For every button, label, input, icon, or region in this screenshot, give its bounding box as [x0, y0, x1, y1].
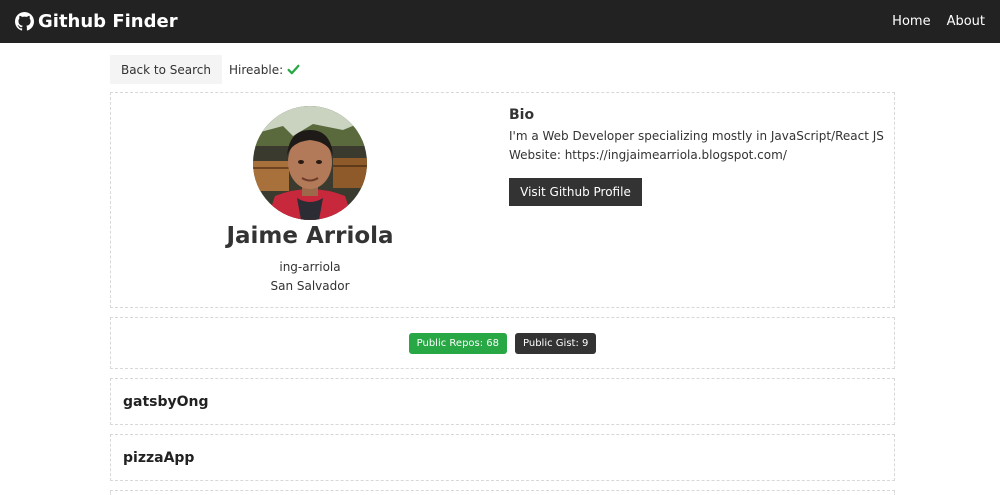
avatar: [253, 106, 367, 220]
public-gist-badge: Public Gist: 9: [515, 332, 597, 354]
toolbar: Back to Search Hireable:: [110, 55, 300, 84]
brand-label: Github Finder: [38, 11, 178, 32]
user-login: ing-arriola: [279, 260, 341, 274]
profile-card: Jaime Arriola ing-arriola San Salvador B…: [110, 92, 895, 308]
stats-card: Public Repos: 68 Public Gist: 9: [110, 317, 895, 369]
visit-github-profile-button[interactable]: Visit Github Profile: [509, 178, 642, 206]
repo-item[interactable]: gatsbyOng: [110, 378, 895, 425]
repo-name[interactable]: gatsbyOng: [123, 394, 209, 410]
navbar: Github Finder Home About: [0, 0, 1000, 43]
public-repos-badge: Public Repos: 68: [408, 332, 508, 354]
brand[interactable]: Github Finder: [15, 11, 178, 32]
nav-links: Home About: [876, 14, 985, 29]
check-icon: [287, 64, 300, 75]
website-link[interactable]: Website: https://ingjaimearriola.blogspo…: [509, 148, 787, 162]
github-icon: [15, 12, 34, 31]
back-to-search-button[interactable]: Back to Search: [110, 55, 222, 84]
nav-about-link[interactable]: About: [947, 14, 985, 29]
avatar-photo: [253, 106, 367, 220]
user-full-name: Jaime Arriola: [226, 223, 394, 249]
repo-name[interactable]: pizzaApp: [123, 450, 194, 466]
hireable-status: Hireable:: [229, 63, 300, 77]
repo-item[interactable]: pizzaApp: [110, 434, 895, 481]
repo-item-partial: [110, 490, 895, 495]
user-location: San Salvador: [270, 279, 350, 293]
nav-home-link[interactable]: Home: [892, 14, 930, 29]
bio-heading: Bio: [509, 107, 535, 123]
hireable-label: Hireable:: [229, 62, 284, 77]
bio-text: I'm a Web Developer specializing mostly …: [509, 129, 884, 143]
